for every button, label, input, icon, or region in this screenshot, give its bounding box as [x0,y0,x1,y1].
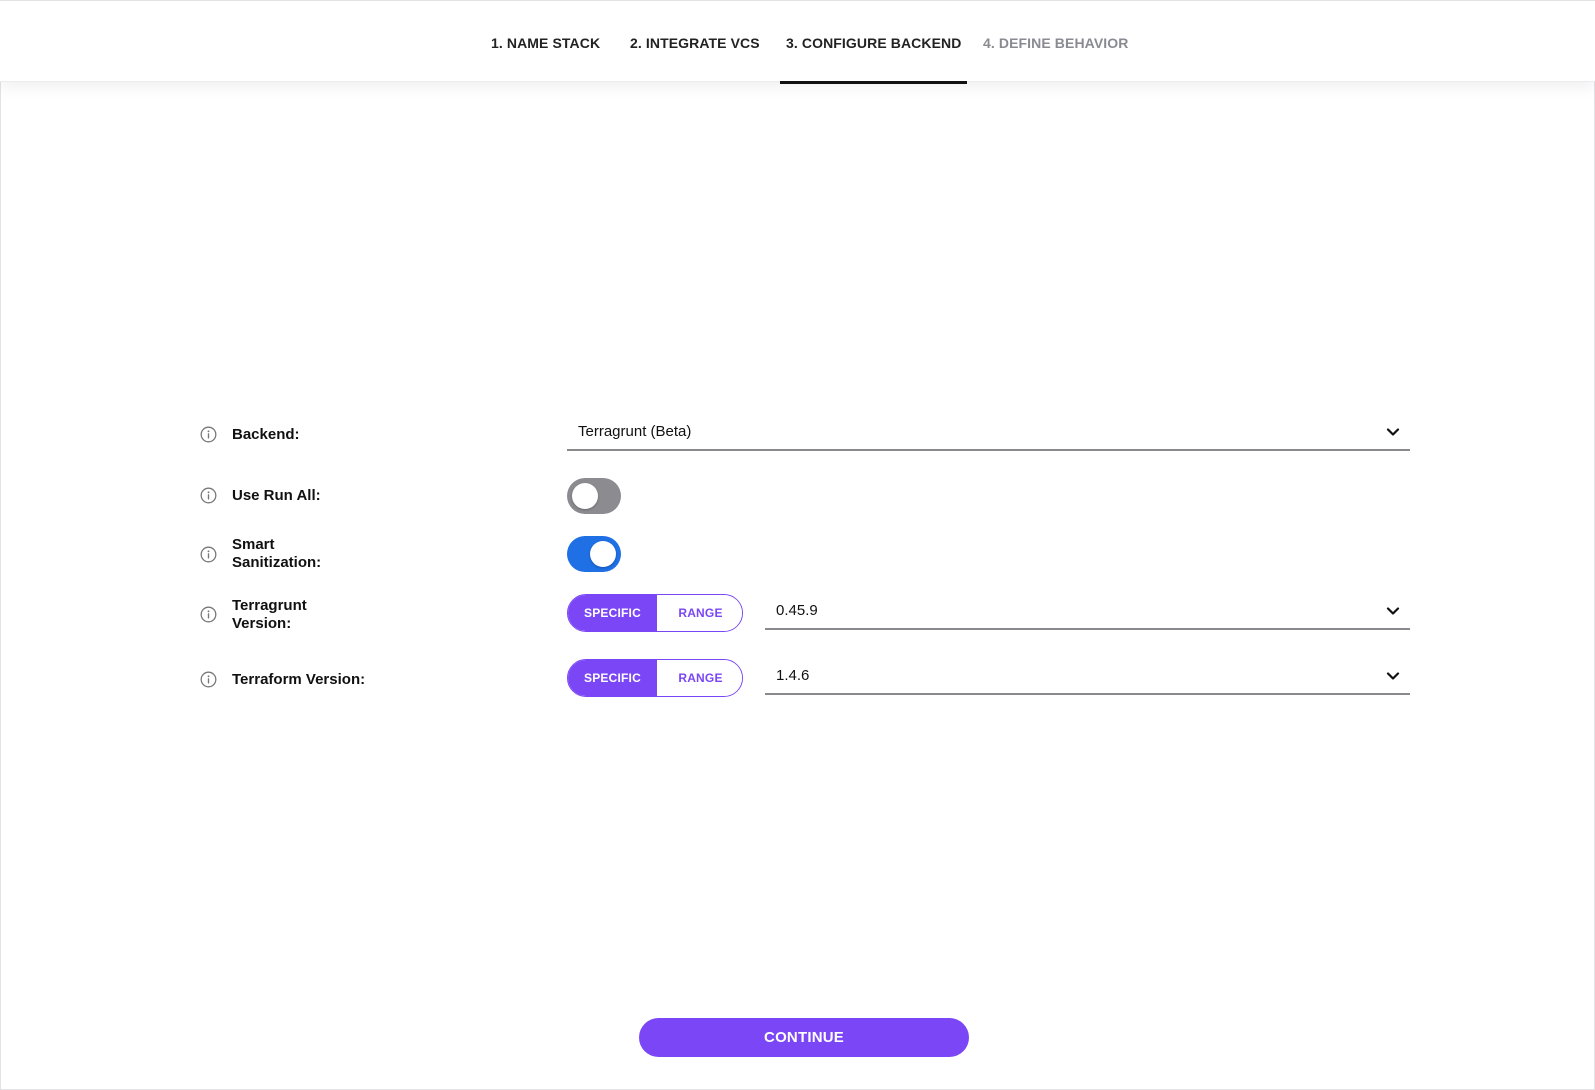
info-icon[interactable] [200,671,217,688]
continue-button[interactable]: CONTINUE [639,1018,969,1057]
info-icon[interactable] [200,546,217,563]
terraform-version-row: Terraform Version: SPECIFIC RANGE 1.4.6 [200,659,1410,701]
backend-value: Terragrunt (Beta) [578,423,692,440]
step-define-behavior: 4. DEFINE BEHAVIOR [983,35,1129,51]
terraform-version-label: Terraform Version: [232,671,366,688]
step-integrate-vcs[interactable]: 2. INTEGRATE VCS [630,1,760,83]
label-line: Smart [232,536,275,553]
terragrunt-mode-switch: SPECIFIC RANGE [567,594,743,632]
chevron-down-icon [1386,672,1400,680]
smart-sanitization-label: Smart Sanitization: [232,536,321,572]
run-all-toggle[interactable] [567,478,621,514]
toggle-knob [572,483,598,509]
terragrunt-version-value: 0.45.9 [776,602,818,619]
info-icon[interactable] [200,606,217,623]
backend-row: Backend: Terragrunt (Beta) [200,415,1410,455]
terraform-version-select[interactable]: 1.4.6 [765,659,1410,695]
terragrunt-version-row: Terragrunt Version: SPECIFIC RANGE 0.45.… [200,594,1410,636]
toggle-knob [590,541,616,567]
label-line: Sanitization: [232,554,322,571]
run-all-label: Use Run All: [232,487,321,504]
chevron-down-icon [1386,607,1400,615]
step-configure-backend[interactable]: 3. CONFIGURE BACKEND [779,1,968,84]
label-line: Version: [232,615,292,632]
info-icon[interactable] [200,426,217,443]
terraform-mode-switch: SPECIFIC RANGE [567,659,743,697]
run-all-row: Use Run All: [200,478,1410,514]
wizard-stepper: 1. NAME STACK 2. INTEGRATE VCS 3. CONFIG… [0,0,1595,84]
range-option[interactable]: RANGE [657,660,742,696]
backend-label: Backend: [232,426,300,443]
terragrunt-version-select[interactable]: 0.45.9 [765,594,1410,630]
info-icon[interactable] [200,487,217,504]
terragrunt-version-label: Terragrunt Version: [232,597,307,633]
backend-select[interactable]: Terragrunt (Beta) [567,415,1410,451]
step-name-stack[interactable]: 1. NAME STACK [491,1,600,83]
smart-sanitization-row: Smart Sanitization: [200,536,1410,574]
smart-sanitization-toggle[interactable] [567,536,621,572]
label-line: Terragrunt [232,597,307,614]
chevron-down-icon [1386,428,1400,436]
specific-option[interactable]: SPECIFIC [568,660,657,696]
terraform-version-value: 1.4.6 [776,667,810,684]
specific-option[interactable]: SPECIFIC [568,595,657,631]
range-option[interactable]: RANGE [657,595,742,631]
